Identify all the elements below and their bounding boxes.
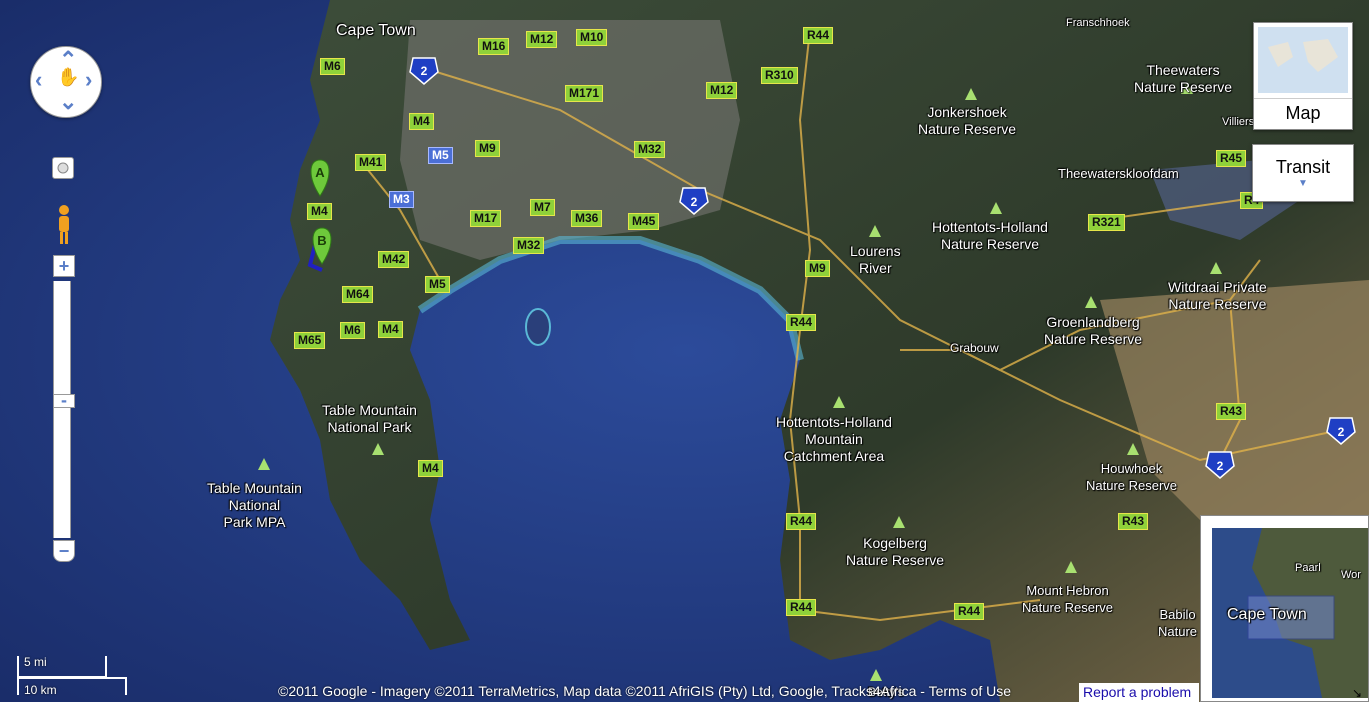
map-type-transit-button[interactable]: Transit ▼	[1252, 144, 1354, 202]
zoom-slider-handle[interactable]: -	[53, 391, 75, 409]
pegman-icon[interactable]	[53, 202, 75, 247]
world-thumbnail-icon	[1258, 27, 1348, 93]
road-label: M7	[530, 199, 555, 216]
road-label: R44	[803, 27, 834, 44]
place-jonkershoek: Jonkershoek Nature Reserve	[918, 104, 1017, 137]
road-label: R44	[954, 603, 985, 620]
collapse-overview-icon[interactable]: ↘	[1352, 686, 1362, 700]
road-label: M3	[389, 191, 414, 208]
chevron-down-icon[interactable]: ▼	[1253, 178, 1353, 189]
circle-icon	[57, 162, 69, 174]
road-label: M4	[409, 113, 434, 130]
place-franschhoek: Franschhoek	[1066, 17, 1130, 29]
satellite-map[interactable]: 2 2 2 2 A B	[0, 0, 1369, 702]
zoom-out-button[interactable]: −	[53, 540, 75, 562]
place-mount-hebron: Mount Hebron Nature Reserve	[1022, 583, 1114, 615]
overview-label-worcester: Wor	[1341, 569, 1361, 581]
road-label: M4	[307, 203, 332, 220]
zoom-reset-button[interactable]	[52, 157, 74, 179]
hand-icon: ✋	[57, 67, 80, 87]
road-label: M171	[565, 85, 604, 102]
road-label: R44	[786, 314, 817, 331]
road-label: M65	[294, 332, 326, 349]
place-theewaterskloofdam: Theewaterskloofdam	[1058, 166, 1179, 181]
road-label: R43	[1216, 403, 1247, 420]
road-label: M5	[425, 276, 450, 293]
svg-text:2: 2	[1338, 425, 1345, 439]
report-problem-link[interactable]: Report a problem	[1079, 683, 1199, 702]
overview-label-paarl: Paarl	[1295, 562, 1321, 574]
place-hh-mountain-catchment: Hottentots-Holland Mountain Catchment Ar…	[776, 414, 892, 464]
road-label: M36	[571, 210, 603, 227]
place-villiers: Villiers	[1222, 116, 1255, 128]
road-label: M42	[378, 251, 410, 268]
road-label: R45	[1216, 150, 1247, 167]
road-label: M16	[478, 38, 510, 55]
road-label: M12	[526, 31, 558, 48]
road-label: R44	[786, 513, 817, 530]
road-label: M10	[576, 29, 608, 46]
svg-text:2: 2	[421, 64, 428, 78]
place-table-mountain-np: Table Mountain National Park	[322, 402, 417, 435]
place-grabouw: Grabouw	[950, 341, 999, 355]
place-cape-town: Cape Town	[336, 22, 416, 39]
road-label: M6	[320, 58, 345, 75]
road-label: M6	[340, 322, 365, 339]
scale-bar: 5 mi 10 km	[14, 653, 128, 698]
road-label: M4	[418, 460, 443, 477]
road-label: R43	[1118, 513, 1149, 530]
zoom-in-button[interactable]: +	[53, 255, 75, 277]
road-label: M5	[428, 147, 453, 164]
road-label: M17	[470, 210, 502, 227]
svg-text:2: 2	[691, 195, 698, 209]
place-hottentots-holland-nr: Hottentots-Holland Nature Reserve	[932, 219, 1048, 252]
road-label: M9	[475, 140, 500, 157]
map-button-label: Map	[1254, 98, 1352, 124]
attribution[interactable]: ©2011 Google - Imagery ©2011 TerraMetric…	[278, 683, 1011, 699]
place-kogelberg: Kogelberg Nature Reserve	[846, 535, 945, 568]
road-label: M45	[628, 213, 660, 230]
place-houwhoek: Houwhoek Nature Reserve	[1086, 461, 1178, 493]
road-label: R44	[786, 599, 817, 616]
road-label: M32	[513, 237, 545, 254]
overview-label-cape-town: Cape Town	[1227, 606, 1307, 623]
road-label: M12	[706, 82, 738, 99]
map-type-map-button[interactable]: Map	[1253, 22, 1353, 130]
road-label: M64	[342, 286, 374, 303]
road-label: M32	[634, 141, 666, 158]
overview-map[interactable]: Cape Town Paarl Wor	[1200, 515, 1369, 702]
place-babilonstoring: Babilo Nature	[1158, 607, 1198, 639]
pan-left-icon[interactable]: ‹	[35, 67, 42, 93]
svg-text:B: B	[317, 233, 326, 248]
place-lourens-river: Lourens River	[850, 243, 901, 276]
scale-km: 10 km	[24, 683, 57, 697]
road-label: R321	[1088, 214, 1125, 231]
pan-control[interactable]: ⌃ ‹ › ⌄ ✋	[30, 46, 102, 118]
road-label: R310	[761, 67, 798, 84]
pan-down-icon[interactable]: ⌄	[59, 89, 77, 115]
road-label: M4	[378, 321, 403, 338]
place-witdraai: Witdraai Private Nature Reserve	[1168, 279, 1267, 312]
place-groenlandberg: Groenlandberg Nature Reserve	[1044, 314, 1143, 347]
scale-miles: 5 mi	[24, 655, 47, 669]
road-label: M41	[355, 154, 387, 171]
svg-text:A: A	[315, 165, 325, 180]
place-theewaters: Theewaters Nature Reserve	[1134, 62, 1233, 95]
seal-island	[525, 308, 551, 346]
transit-button-label: Transit	[1275, 157, 1331, 177]
place-table-mountain-mpa: Table Mountain National Park MPA	[207, 480, 302, 530]
pan-right-icon[interactable]: ›	[85, 67, 92, 93]
road-label: M9	[805, 260, 830, 277]
svg-text:2: 2	[1217, 459, 1224, 473]
